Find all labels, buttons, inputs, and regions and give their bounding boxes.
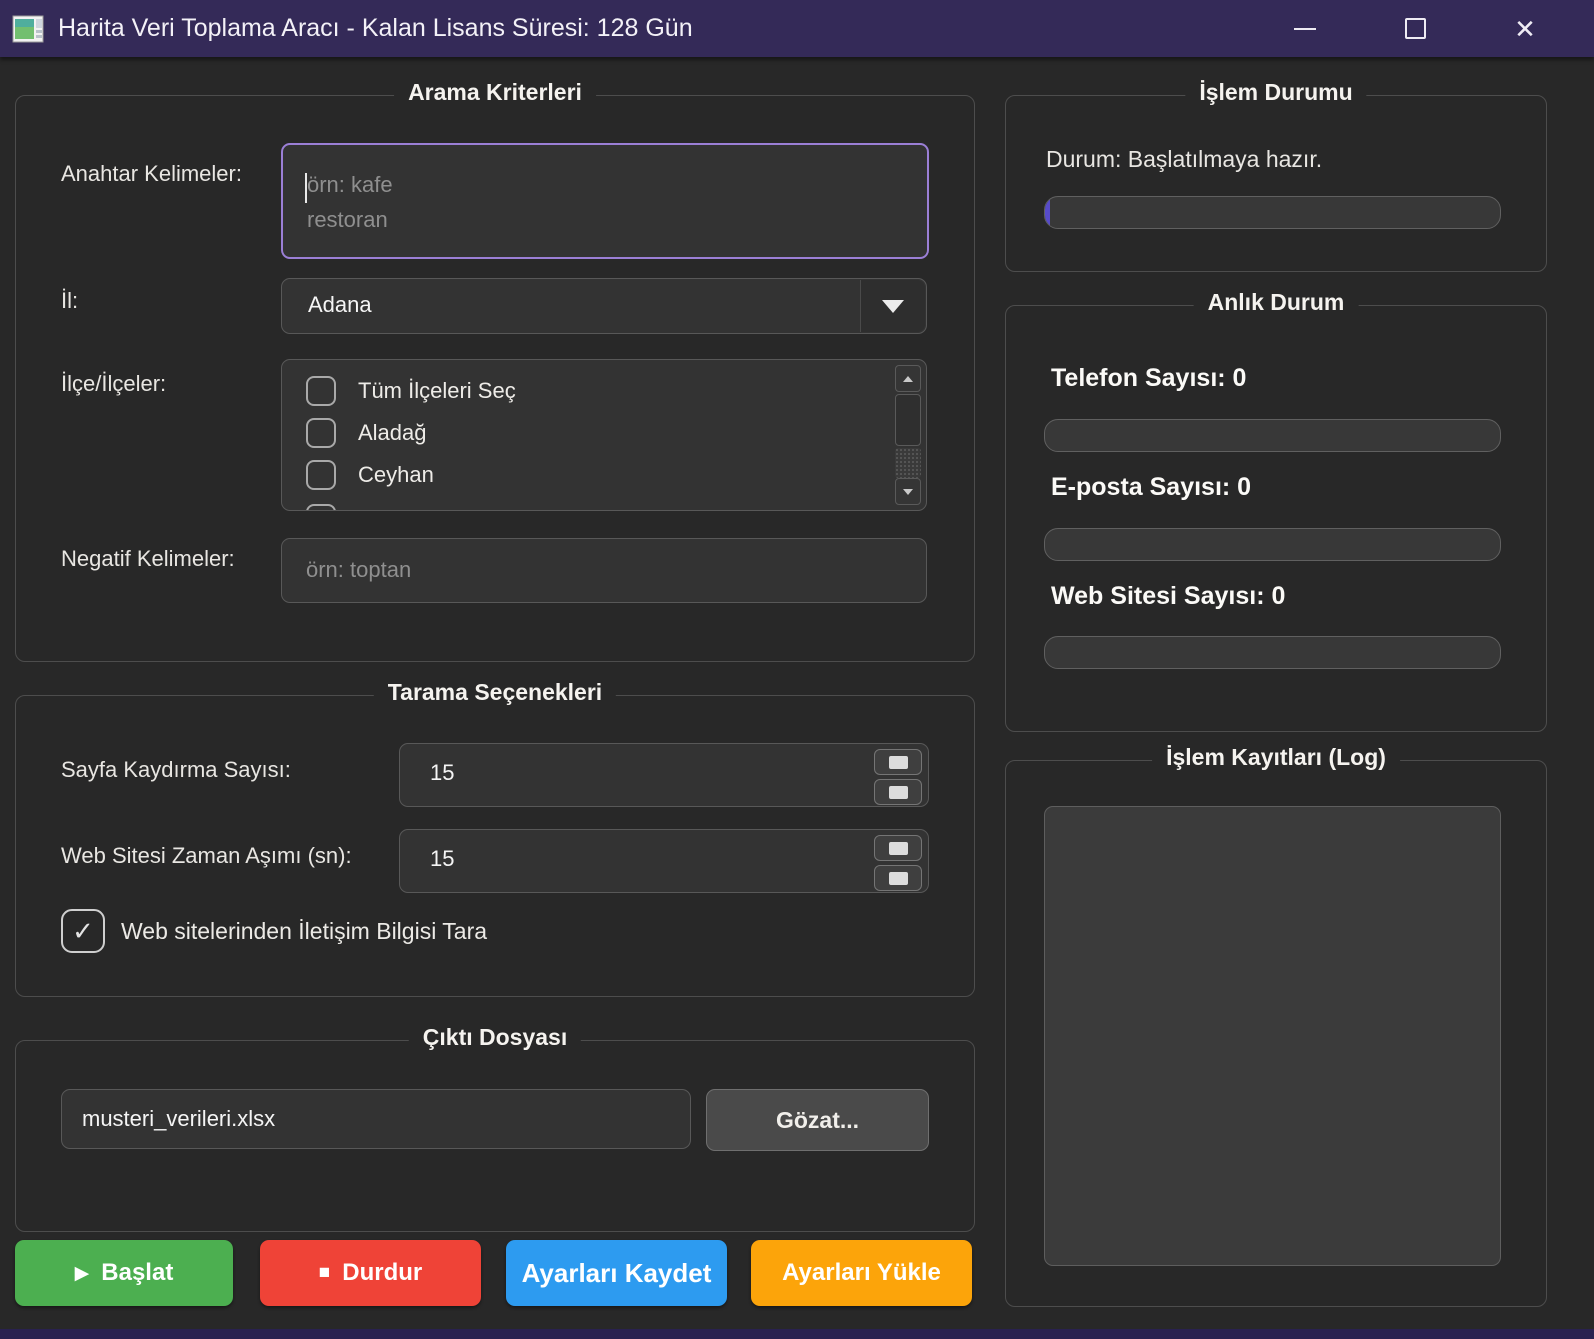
keywords-placeholder-line2: restoran: [307, 207, 388, 233]
timeout-spinbox[interactable]: 15: [399, 829, 929, 893]
log-group: İşlem Kayıtları (Log): [1005, 760, 1547, 1307]
save-settings-button[interactable]: Ayarları Kaydet: [506, 1240, 727, 1306]
live-status-group: Anlık Durum Telefon Sayısı: 0 E-posta Sa…: [1005, 305, 1547, 732]
status-text: Durum: Başlatılmaya hazır.: [1046, 146, 1322, 173]
app-icon: [12, 13, 44, 45]
search-criteria-legend: Arama Kriterleri: [394, 79, 596, 106]
maximize-icon: [1405, 18, 1426, 39]
province-combobox[interactable]: Adana: [281, 278, 927, 334]
maximize-button[interactable]: [1398, 12, 1432, 46]
district-item-aladag[interactable]: Aladağ: [306, 412, 427, 454]
browse-button-label: Gözat...: [776, 1107, 859, 1134]
email-progress-bar: [1044, 528, 1501, 561]
arrow-up-icon: [903, 376, 913, 382]
stop-button[interactable]: ■ Durdur: [260, 1240, 481, 1306]
scroll-count-value: 15: [430, 760, 454, 786]
email-count-label: E-posta Sayısı: 0: [1051, 473, 1251, 502]
window-controls: ✕: [1288, 12, 1594, 46]
output-file-value: musteri_verileri.xlsx: [82, 1106, 275, 1132]
district-item-label: Aladağ: [358, 420, 427, 446]
timeout-label: Web Sitesi Zaman Aşımı (sn):: [61, 843, 352, 869]
chevron-down-icon: [882, 300, 904, 313]
combobox-arrow-zone[interactable]: [860, 280, 925, 332]
website-progress-bar: [1044, 636, 1501, 669]
stop-icon: ■: [319, 1262, 330, 1284]
district-item-select-all[interactable]: Tüm İlçeleri Seç: [306, 370, 516, 412]
live-status-legend: Anlık Durum: [1194, 289, 1359, 316]
window-title: Harita Veri Toplama Aracı - Kalan Lisans…: [58, 14, 693, 43]
spin-down-icon: [889, 786, 908, 799]
district-item-ceyhan[interactable]: Ceyhan: [306, 454, 434, 496]
phone-progress-bar: [1044, 419, 1501, 452]
districts-scrollbar[interactable]: [895, 365, 921, 505]
spin-down-button[interactable]: [874, 779, 922, 805]
close-button[interactable]: ✕: [1508, 12, 1542, 46]
keywords-label: Anahtar Kelimeler:: [61, 161, 242, 187]
overall-progress-bar: [1044, 196, 1501, 229]
district-item-label: Ceyhan: [358, 462, 434, 488]
negative-keywords-input[interactable]: örn: toptan: [281, 538, 927, 603]
progress-fill: [1045, 197, 1050, 228]
negative-keywords-placeholder: örn: toptan: [306, 557, 411, 583]
province-label: İl:: [61, 288, 78, 314]
districts-listbox[interactable]: Tüm İlçeleri Seç Aladağ Ceyhan: [281, 359, 927, 511]
keywords-placeholder-line1: örn: kafe: [307, 172, 393, 198]
scroll-down-button[interactable]: [895, 478, 921, 505]
website-count-label: Web Sitesi Sayısı: 0: [1051, 582, 1285, 611]
save-settings-label: Ayarları Kaydet: [522, 1258, 712, 1289]
spin-up-button[interactable]: [874, 749, 922, 775]
output-file-input[interactable]: musteri_verileri.xlsx: [61, 1089, 691, 1149]
checkbox-unchecked-icon[interactable]: [306, 376, 336, 406]
arrow-down-icon: [903, 489, 913, 495]
stop-button-label: Durdur: [342, 1259, 422, 1287]
start-button[interactable]: ▶ Başlat: [15, 1240, 233, 1306]
scroll-count-spinbox[interactable]: 15: [399, 743, 929, 807]
load-settings-label: Ayarları Yükle: [782, 1259, 941, 1287]
districts-label: İlçe/İlçeler:: [61, 371, 166, 397]
play-icon: ▶: [75, 1262, 90, 1285]
app-window: Harita Veri Toplama Aracı - Kalan Lisans…: [0, 0, 1594, 1339]
scroll-up-button[interactable]: [895, 365, 921, 392]
spin-down-button[interactable]: [874, 865, 922, 891]
minimize-icon: [1294, 28, 1316, 30]
background-window-strip: [0, 1329, 1594, 1339]
process-status-legend: İşlem Durumu: [1185, 79, 1366, 106]
search-criteria-group: Arama Kriterleri Anahtar Kelimeler: örn:…: [15, 95, 975, 662]
checkmark-glyph: ✓: [72, 916, 94, 947]
checkbox-unchecked-icon[interactable]: [306, 460, 336, 490]
output-file-legend: Çıktı Dosyası: [409, 1024, 581, 1051]
log-legend: İşlem Kayıtları (Log): [1152, 744, 1400, 771]
minimize-button[interactable]: [1288, 12, 1322, 46]
scrollbar-track[interactable]: [895, 448, 921, 478]
close-icon: ✕: [1514, 16, 1536, 42]
log-textarea[interactable]: [1044, 806, 1501, 1266]
checkbox-unchecked-icon[interactable]: [306, 418, 336, 448]
checkbox-checked-icon: ✓: [61, 909, 105, 953]
scrape-contact-checkbox[interactable]: ✓ Web sitelerinden İletişim Bilgisi Tara: [61, 909, 487, 953]
spin-down-icon: [889, 872, 908, 885]
timeout-value: 15: [430, 846, 454, 872]
spin-up-icon: [889, 842, 908, 855]
spin-up-button[interactable]: [874, 835, 922, 861]
phone-count-label: Telefon Sayısı: 0: [1051, 364, 1246, 393]
load-settings-button[interactable]: Ayarları Yükle: [751, 1240, 972, 1306]
scan-options-legend: Tarama Seçenekleri: [374, 679, 616, 706]
checkbox-partial-icon: [306, 504, 336, 511]
keywords-textarea[interactable]: örn: kafe restoran: [281, 143, 929, 259]
process-status-group: İşlem Durumu Durum: Başlatılmaya hazır.: [1005, 95, 1547, 272]
spin-up-icon: [889, 756, 908, 769]
district-item-label: Tüm İlçeleri Seç: [358, 378, 516, 404]
title-bar: Harita Veri Toplama Aracı - Kalan Lisans…: [0, 0, 1594, 57]
output-file-group: Çıktı Dosyası musteri_verileri.xlsx Göza…: [15, 1040, 975, 1232]
province-value: Adana: [308, 292, 372, 318]
scrollbar-thumb[interactable]: [895, 394, 921, 446]
scroll-count-label: Sayfa Kaydırma Sayısı:: [61, 757, 291, 783]
scan-options-group: Tarama Seçenekleri Sayfa Kaydırma Sayısı…: [15, 695, 975, 997]
start-button-label: Başlat: [101, 1259, 173, 1287]
negative-keywords-label: Negatif Kelimeler:: [61, 546, 235, 572]
scrape-contact-label: Web sitelerinden İletişim Bilgisi Tara: [121, 918, 487, 945]
browse-button[interactable]: Gözat...: [706, 1089, 929, 1151]
